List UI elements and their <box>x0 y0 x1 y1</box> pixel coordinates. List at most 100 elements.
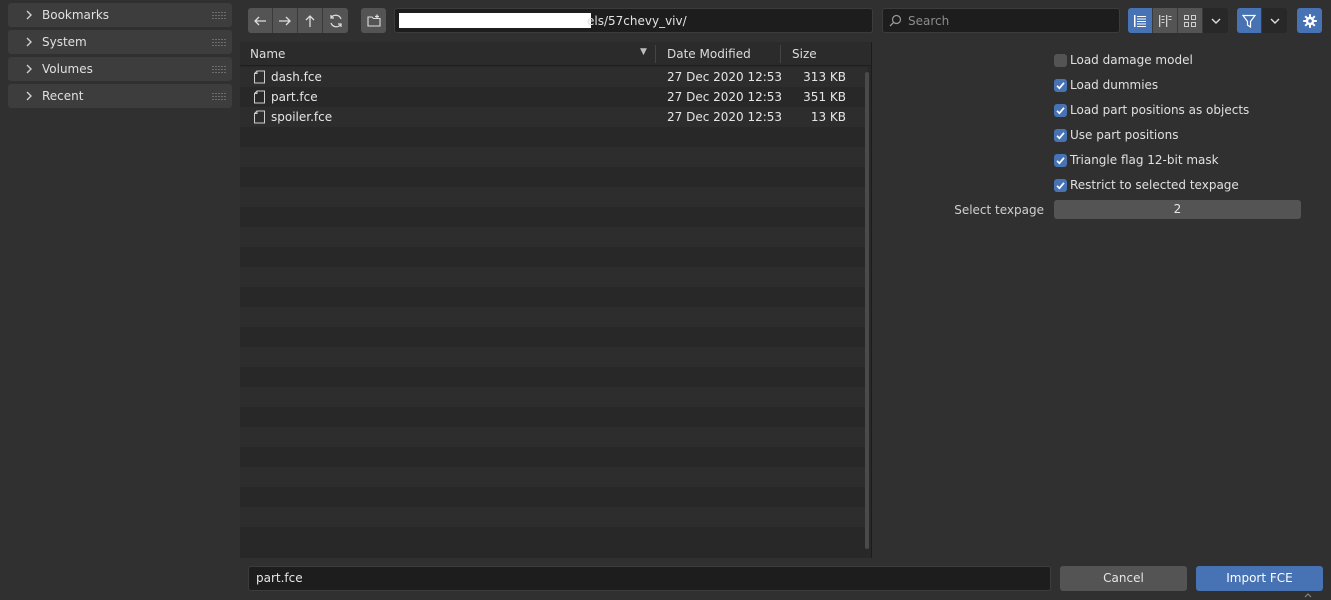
empty-row <box>240 367 867 387</box>
option-label: Load part positions as objects <box>1070 103 1250 117</box>
empty-row <box>240 227 867 247</box>
drag-grip-icon[interactable] <box>212 92 226 100</box>
vertical-list-button[interactable] <box>1128 8 1153 33</box>
arrow-right-icon <box>279 16 291 25</box>
thumbnails-button[interactable] <box>1178 8 1203 33</box>
checkmark-icon <box>1056 131 1065 139</box>
display-mode-group <box>1128 8 1228 33</box>
file-rows: dash.fce 27 Dec 2020 12:53 313 KB part.f… <box>240 67 867 547</box>
empty-row <box>240 287 867 307</box>
file-date: 27 Dec 2020 12:53 <box>667 90 783 104</box>
empty-row <box>240 187 867 207</box>
drag-grip-icon[interactable] <box>212 65 226 73</box>
empty-row <box>240 507 867 527</box>
chevron-up-icon[interactable] <box>1303 592 1313 598</box>
file-row[interactable]: spoiler.fce 27 Dec 2020 12:53 13 KB <box>240 107 867 127</box>
file-name: part.fce <box>271 90 318 104</box>
empty-row <box>240 387 867 407</box>
column-divider[interactable] <box>780 45 781 63</box>
checkmark-icon <box>1056 181 1065 189</box>
search-input[interactable] <box>908 13 1108 28</box>
empty-row <box>240 427 867 447</box>
empty-row <box>240 407 867 427</box>
empty-row <box>240 127 867 147</box>
option-use-part-positions[interactable]: Use part positions <box>1054 127 1178 143</box>
search-icon <box>889 14 902 27</box>
file-size: 313 KB <box>803 70 846 84</box>
back-button[interactable] <box>248 8 273 33</box>
drag-grip-icon[interactable] <box>212 11 226 19</box>
checkbox-checked[interactable] <box>1054 128 1067 142</box>
column-header-name[interactable]: Name <box>250 42 285 66</box>
empty-row <box>240 207 867 227</box>
filename-input[interactable]: part.fce <box>248 566 1051 591</box>
option-load-dummies[interactable]: Load dummies <box>1054 77 1158 93</box>
drag-grip-icon[interactable] <box>212 38 226 46</box>
cancel-button[interactable]: Cancel <box>1060 566 1187 591</box>
file-list[interactable]: Name ▼ Date Modified Size dash.fce 27 De… <box>240 42 872 558</box>
file-date: 27 Dec 2020 12:53 <box>667 70 783 84</box>
checkmark-icon <box>1056 81 1065 89</box>
column-header-date[interactable]: Date Modified <box>667 42 751 66</box>
filter-settings-dropdown[interactable] <box>1262 8 1287 33</box>
parent-directory-button[interactable] <box>298 8 323 33</box>
refresh-button[interactable] <box>323 8 348 33</box>
horizontal-list-icon <box>1159 14 1172 27</box>
empty-row <box>240 447 867 467</box>
option-restrict-to-selected-texpage[interactable]: Restrict to selected texpage <box>1054 177 1239 193</box>
file-icon <box>254 90 265 104</box>
sidebar-panel-label: Recent <box>42 89 84 103</box>
option-load-part-positions-as-objects[interactable]: Load part positions as objects <box>1054 102 1249 118</box>
checkbox-checked[interactable] <box>1054 178 1067 192</box>
file-name: spoiler.fce <box>271 110 333 124</box>
option-label: Load dummies <box>1070 78 1159 92</box>
search-field[interactable] <box>882 8 1120 33</box>
column-header-size[interactable]: Size <box>792 42 817 66</box>
new-folder-button[interactable] <box>361 8 386 33</box>
chevron-right-icon <box>26 10 32 20</box>
filter-toggle-button[interactable] <box>1237 8 1262 33</box>
file-row[interactable]: dash.fce 27 Dec 2020 12:53 313 KB <box>240 67 867 87</box>
column-divider[interactable] <box>655 45 656 63</box>
file-date: 27 Dec 2020 12:53 <box>667 110 783 124</box>
option-label: Restrict to selected texpage <box>1070 178 1239 192</box>
chevron-down-icon <box>1270 18 1279 24</box>
horizontal-list-button[interactable] <box>1153 8 1178 33</box>
checkmark-icon <box>1056 106 1065 114</box>
checkbox-checked[interactable] <box>1054 103 1067 117</box>
directory-path-field[interactable]: els/57chevy_viv/ <box>394 8 873 33</box>
option-triangle-flag-12-bit-mask[interactable]: Triangle flag 12-bit mask <box>1054 152 1219 168</box>
sidebar-panel-bookmarks[interactable]: Bookmarks <box>8 3 232 27</box>
forward-button[interactable] <box>273 8 298 33</box>
empty-row <box>240 327 867 347</box>
checkbox-checked[interactable] <box>1054 153 1067 167</box>
empty-row <box>240 267 867 287</box>
import-fce-button[interactable]: Import FCE <box>1196 566 1323 591</box>
empty-row <box>240 467 867 487</box>
chevron-right-icon <box>26 91 32 101</box>
chevron-right-icon <box>26 37 32 47</box>
sidebar-panel-recent[interactable]: Recent <box>8 84 232 108</box>
sidebar-panel-label: System <box>42 35 87 49</box>
options-toggle-button[interactable] <box>1297 8 1322 33</box>
sidebar: Bookmarks System Volumes Recent <box>0 0 240 600</box>
display-settings-dropdown[interactable] <box>1203 8 1228 33</box>
option-load-damage-model[interactable]: Load damage model <box>1054 52 1193 68</box>
chevron-down-icon <box>1211 18 1220 24</box>
checkbox-checked[interactable] <box>1054 78 1067 92</box>
file-list-scrollbar[interactable] <box>865 72 869 549</box>
texpage-number-field[interactable]: 2 <box>1054 200 1301 219</box>
sidebar-panel-label: Bookmarks <box>42 8 110 22</box>
sidebar-panel-volumes[interactable]: Volumes <box>8 57 232 81</box>
checkbox-unchecked[interactable] <box>1054 53 1067 67</box>
thumbnails-icon <box>1184 14 1196 27</box>
redacted-path-segment <box>399 13 591 28</box>
directory-path-text: els/57chevy_viv/ <box>587 13 687 28</box>
file-row[interactable]: part.fce 27 Dec 2020 12:53 351 KB <box>240 87 867 107</box>
panel-divider <box>871 42 872 558</box>
vertical-list-icon <box>1134 14 1146 27</box>
navigation-buttons <box>248 8 348 33</box>
empty-row <box>240 307 867 327</box>
filter-group <box>1237 8 1287 33</box>
sidebar-panel-system[interactable]: System <box>8 30 232 54</box>
